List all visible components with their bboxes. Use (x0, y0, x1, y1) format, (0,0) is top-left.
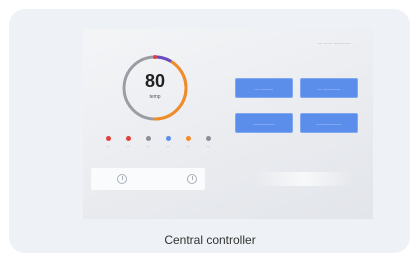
mode-button-1[interactable]: — ——— (235, 78, 293, 98)
status-dot (105, 136, 111, 141)
status-dot (125, 136, 131, 141)
controller-screen-image: — —— ———— 80 temp — — — — — — — ——— — ——… (83, 29, 373, 219)
status-item: — (163, 136, 173, 154)
gauge-value: 80 (144, 71, 166, 91)
gauge-marker-red (153, 55, 157, 59)
status-item: — (123, 136, 133, 154)
product-caption: Central controller (164, 233, 256, 247)
mode-button-4[interactable]: —————— (300, 113, 358, 133)
status-item: — (183, 136, 193, 154)
status-item: — (103, 136, 113, 154)
timer-icon[interactable] (187, 174, 197, 184)
status-item: — (143, 136, 153, 154)
gauge-unit: temp (149, 94, 161, 100)
status-item: — (203, 136, 213, 154)
mode-button-2[interactable]: — ———— (300, 78, 358, 98)
status-label: — (186, 144, 190, 148)
status-label: — (206, 144, 210, 148)
status-label: — (106, 144, 110, 148)
bottom-panel (91, 168, 205, 190)
status-dot (205, 136, 211, 141)
screen-header-text: — —— ———— (318, 40, 351, 45)
temperature-gauge[interactable]: 80 temp (119, 52, 191, 124)
bottom-bar (83, 166, 373, 190)
clock-icon[interactable] (117, 174, 127, 184)
status-indicator-row: — — — — — — (103, 136, 213, 154)
status-label: — (126, 144, 130, 148)
status-label: — (146, 144, 150, 148)
status-dot (165, 136, 171, 141)
status-label: — (166, 144, 170, 148)
status-dot (145, 136, 151, 141)
status-dot (185, 136, 191, 141)
mode-button-3[interactable]: ————— (235, 113, 293, 133)
bottom-glare (253, 172, 353, 186)
